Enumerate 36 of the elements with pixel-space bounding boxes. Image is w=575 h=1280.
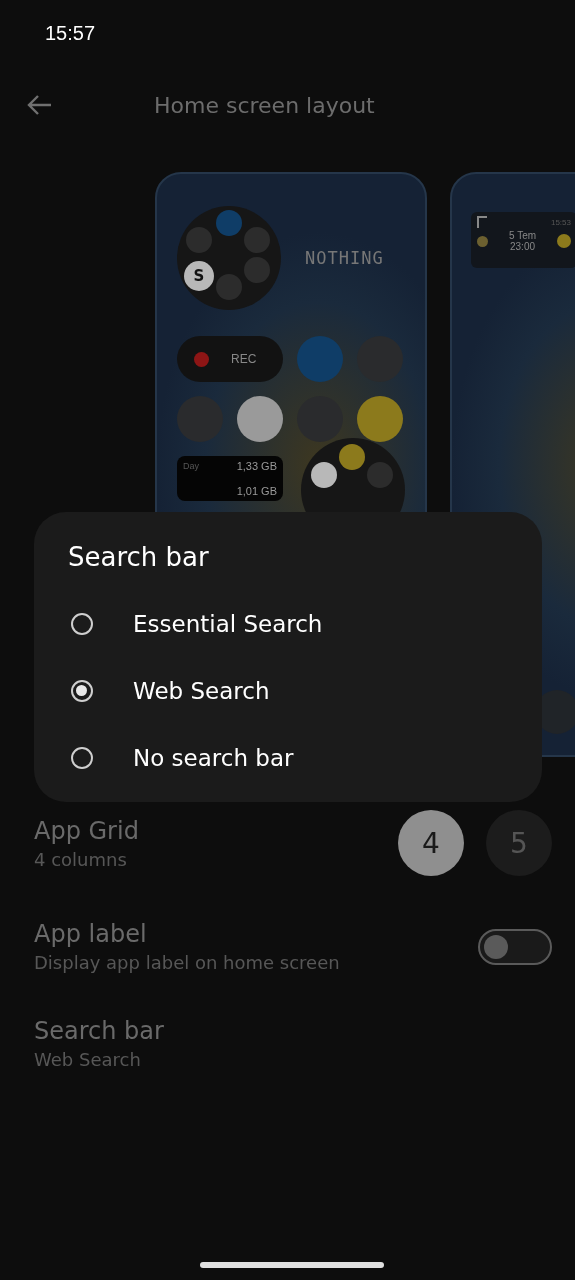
app-icon xyxy=(297,336,343,382)
setting-subtitle: Web Search xyxy=(34,1049,142,1070)
brand-text: NOTHING xyxy=(305,248,384,268)
grid-option[interactable]: 4 xyxy=(398,810,464,876)
app-icon xyxy=(237,396,283,442)
status-time: 15:57 xyxy=(45,21,96,45)
toggle-switch[interactable] xyxy=(478,928,552,965)
setting-subtitle: Display app label on home screen xyxy=(34,952,340,973)
team-crest-icon xyxy=(557,234,571,248)
screen-title: Home screen layout xyxy=(154,92,375,118)
widget-time: 15:53 xyxy=(550,217,571,227)
back-icon[interactable] xyxy=(26,94,52,116)
radio-button[interactable] xyxy=(71,746,93,769)
setting-subtitle: 4 columns xyxy=(34,848,128,870)
data-value: 1,33 GB xyxy=(236,460,277,472)
app-logo-icon xyxy=(477,216,487,228)
app-icon xyxy=(297,396,343,442)
data-label: Day xyxy=(183,461,199,471)
setting-title: App label xyxy=(34,920,148,948)
setting-title: App Grid xyxy=(34,816,139,845)
app-icon xyxy=(216,210,242,236)
radio-button[interactable] xyxy=(71,679,93,702)
record-dot-icon xyxy=(194,351,209,367)
team-crest-icon xyxy=(477,235,488,247)
record-label: REC xyxy=(231,352,257,366)
setting-title: Search bar xyxy=(34,1017,164,1045)
app-icon xyxy=(244,227,270,253)
data-value: 1,01 GB xyxy=(236,485,277,497)
app-icon xyxy=(311,462,337,488)
app-icon xyxy=(357,396,403,442)
app-icon xyxy=(186,227,212,253)
match-time: 23:00 xyxy=(510,241,535,252)
match-date: 5 Tem xyxy=(508,230,537,241)
radio-button[interactable] xyxy=(71,612,93,635)
app-letter-icon: S xyxy=(184,261,214,291)
app-icon xyxy=(339,444,365,470)
